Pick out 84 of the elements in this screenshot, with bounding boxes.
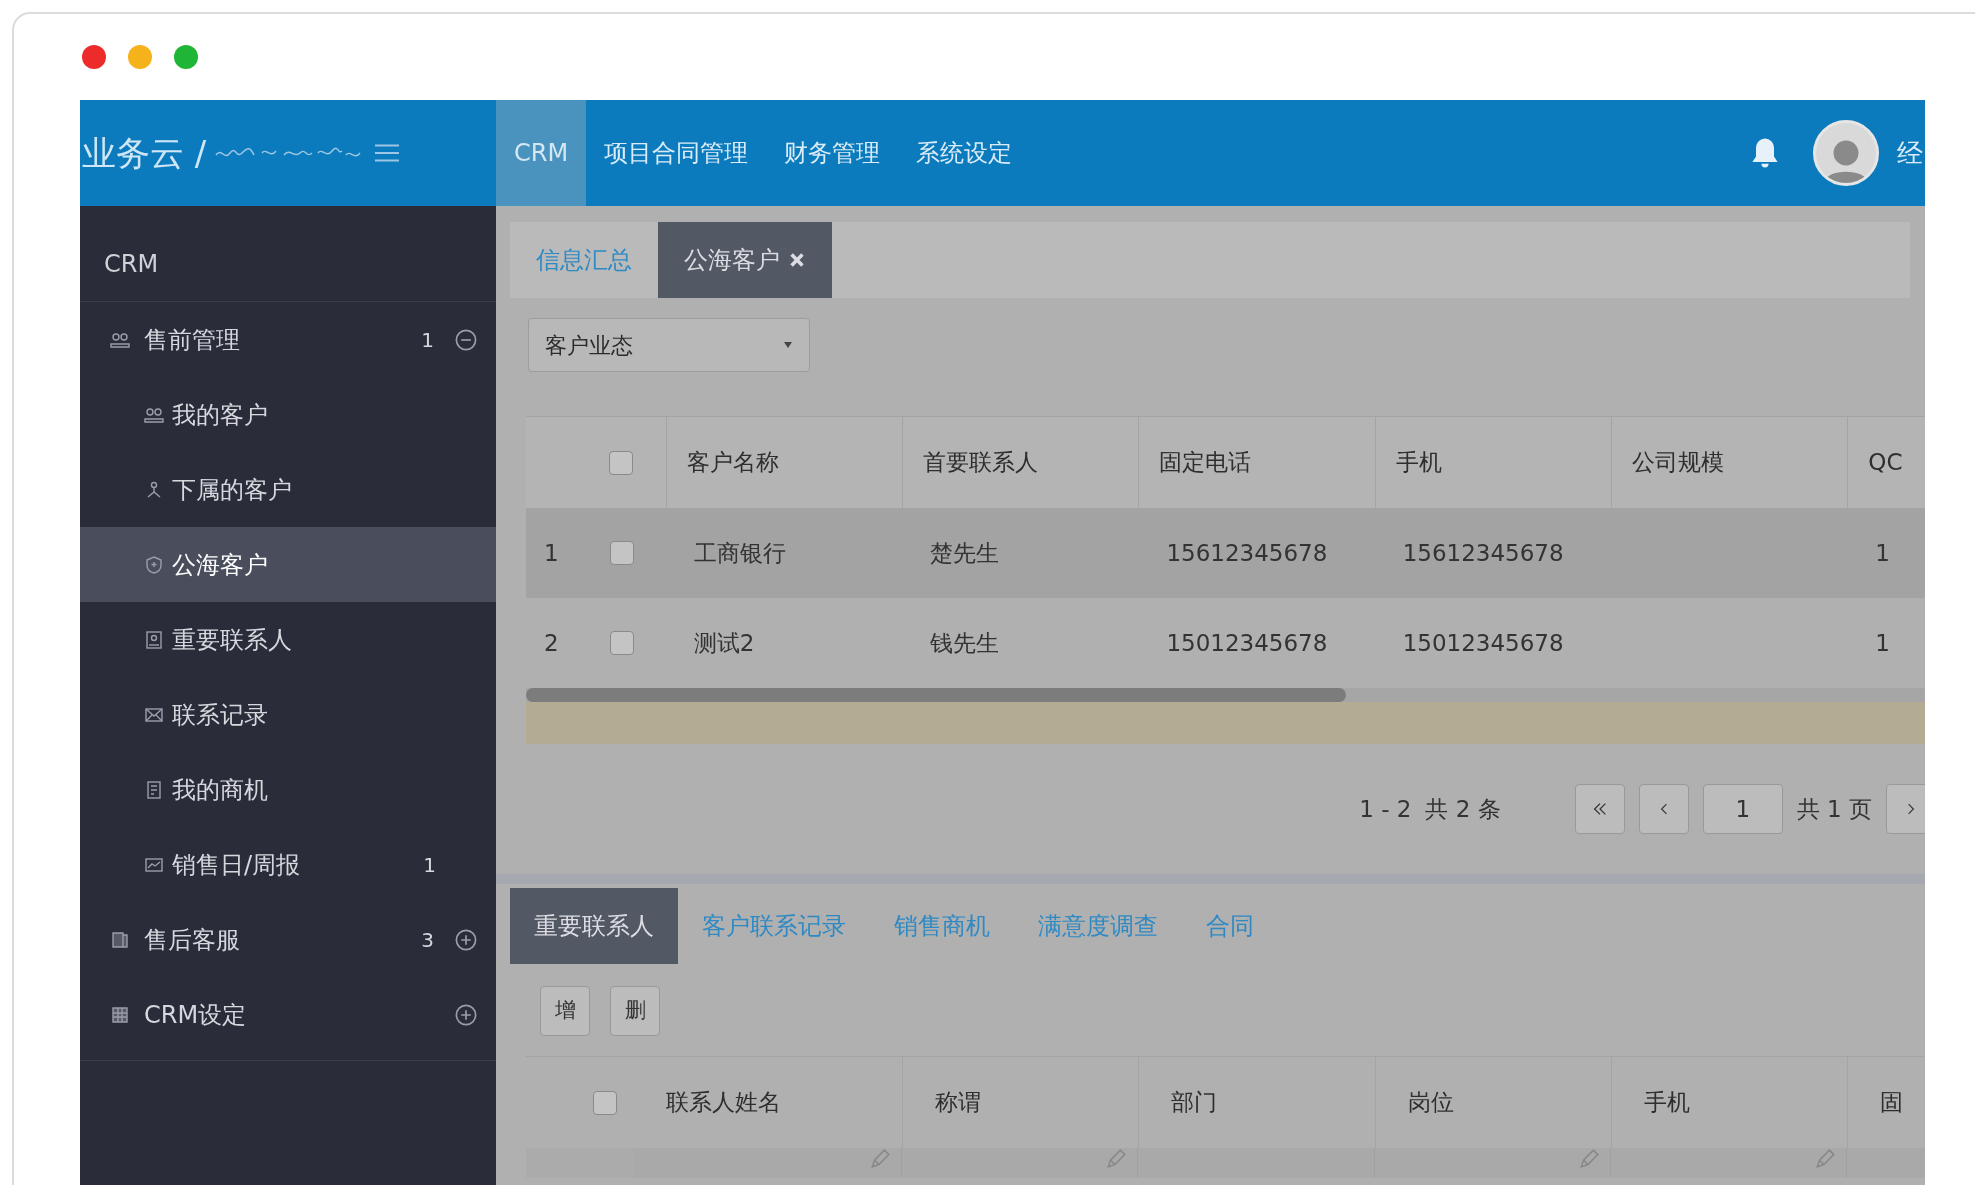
checkbox[interactable]	[592, 1090, 617, 1115]
sidebar-group[interactable]: 售后客服 3	[80, 902, 496, 977]
previous-page-button[interactable]	[1638, 784, 1689, 834]
sidebar-item-label: 我的客户	[172, 399, 269, 431]
pencil-icon	[1105, 1148, 1128, 1170]
scrollbar-thumb[interactable]	[526, 688, 1346, 702]
sidebar-item-label: 下属的客户	[172, 474, 293, 506]
sidebar-item[interactable]: 我的商机	[80, 752, 496, 827]
sidebar-item-label: 我的商机	[172, 774, 269, 806]
column-header[interactable]: 称谓	[934, 1085, 981, 1120]
grid-icon	[110, 1004, 130, 1025]
pencil-icon	[1578, 1148, 1601, 1170]
table-cell: 楚先生	[930, 539, 1000, 566]
pencil-icon	[869, 1148, 892, 1170]
table-cell: 钱先生	[930, 629, 1000, 656]
row-number: 2	[543, 628, 560, 658]
column-header[interactable]: 联系人姓名	[666, 1085, 782, 1120]
table-cell: 1	[1875, 629, 1890, 656]
sidebar-item[interactable]: 公海客户	[80, 527, 496, 602]
sidebar-item[interactable]: 销售日/周报 1	[80, 827, 496, 902]
sidebar-item[interactable]: 联系记录	[80, 677, 496, 752]
toolbar-button[interactable]: 增	[540, 986, 590, 1036]
column-header[interactable]: 岗位	[1407, 1085, 1454, 1120]
column-header[interactable]: 客户名称	[686, 445, 779, 480]
checkbox[interactable]	[609, 541, 634, 565]
table-cell: 1	[1875, 539, 1890, 566]
sidebar-item[interactable]: 重要联系人	[80, 602, 496, 677]
sidebar-group[interactable]: CRM设定	[80, 977, 496, 1052]
checkbox[interactable]	[609, 450, 634, 475]
contact-card-icon	[144, 629, 164, 650]
top-menu-item[interactable]: 项目合同管理	[586, 100, 767, 206]
sidebar-item-label: 重要联系人	[172, 624, 293, 656]
pencil-icon	[1814, 1148, 1837, 1170]
column-header[interactable]: 首要联系人	[922, 445, 1038, 480]
document-icon	[144, 779, 164, 800]
column-header[interactable]: QC	[1868, 445, 1903, 480]
column-header[interactable]: 部门	[1171, 1085, 1218, 1120]
table-cell: 15012345678	[1402, 629, 1564, 656]
collapse-icon	[454, 327, 478, 352]
row-number: 1	[543, 538, 560, 568]
pagination-range: 1 - 2	[1359, 794, 1412, 824]
pagination-total: 共 2 条	[1425, 794, 1501, 824]
column-header[interactable]: 固定电话	[1159, 445, 1252, 480]
page-tab[interactable]: 公海客户	[658, 222, 832, 298]
sidebar-group-label: 售前管理	[144, 324, 241, 356]
column-header[interactable]: 固	[1880, 1085, 1904, 1120]
sidebar-item[interactable]: 下属的客户	[80, 452, 496, 527]
caret-icon	[783, 340, 793, 350]
table-cell: 工商银行	[693, 539, 786, 566]
column-header[interactable]: 手机	[1643, 1085, 1690, 1120]
top-menu-item[interactable]: 系统设定	[898, 100, 1031, 206]
first-page-button[interactable]	[1574, 784, 1625, 834]
table-cell: 测试2	[693, 629, 755, 656]
sidebar-item[interactable]: 我的客户	[80, 377, 496, 452]
column-header[interactable]: 手机	[1395, 445, 1442, 480]
user-name[interactable]: 经	[1897, 133, 1925, 173]
sidebar-item-label: 公海客户	[172, 549, 269, 581]
count-label: 1	[421, 326, 434, 354]
detail-tab[interactable]: 重要联系人	[510, 888, 678, 964]
expand-icon	[454, 927, 478, 952]
count-label: 3	[421, 926, 434, 954]
table-row[interactable]: 1 工商银行 楚先生 15612345678 15612345678 1	[526, 508, 1925, 598]
checkbox[interactable]	[609, 631, 634, 655]
sidebar-group-label: CRM设定	[144, 999, 248, 1031]
table-cell: 15612345678	[1166, 539, 1328, 566]
column-header[interactable]: 公司规模	[1632, 445, 1724, 480]
count-label: 1	[423, 851, 436, 879]
logo-text: 业务云 /	[82, 131, 207, 175]
top-menu-item[interactable]: 财务管理	[766, 100, 899, 206]
toolbar-button[interactable]: 删	[610, 986, 660, 1036]
sidebar-item-label: 联系记录	[172, 699, 269, 731]
sidebar-item-label: 销售日/周报	[172, 849, 302, 881]
sidebar-group[interactable]: 售前管理 1	[80, 302, 496, 377]
table-cell: 15012345678	[1166, 629, 1328, 656]
sidebar-group-label: 售后客服	[144, 924, 241, 956]
book-icon	[110, 929, 130, 950]
pagination-pages: 共 1 页	[1796, 794, 1872, 824]
filter-dropdown[interactable]: 客户业态	[528, 318, 810, 372]
shield-icon	[144, 554, 164, 575]
expand-icon	[454, 1002, 478, 1027]
next-page-button[interactable]	[1886, 784, 1925, 834]
close-icon[interactable]	[788, 251, 806, 269]
table-cell: 15612345678	[1402, 539, 1564, 566]
page-input[interactable]: 1	[1702, 784, 1783, 834]
